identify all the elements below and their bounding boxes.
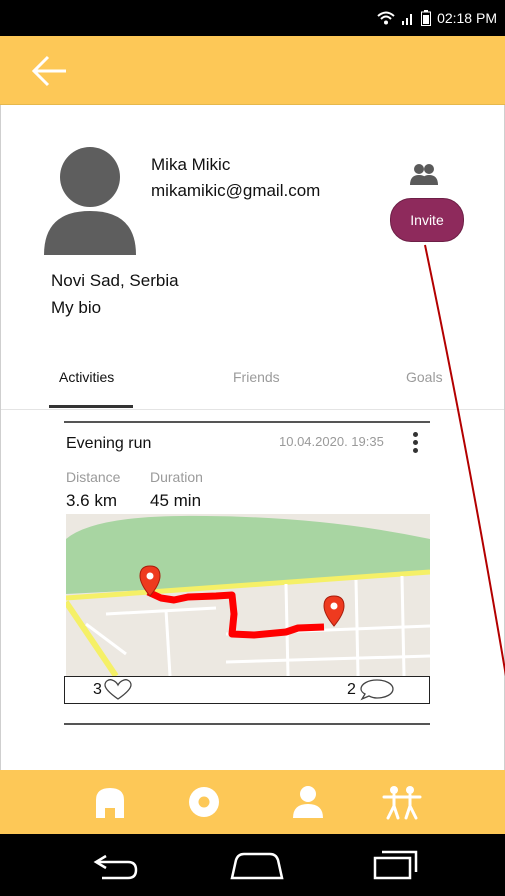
comment-button[interactable]: 2 (347, 679, 394, 701)
home-icon (96, 788, 124, 818)
route-map-image (66, 514, 430, 676)
profile-tabs: Activities Friends Goals (1, 353, 504, 410)
tab-friends[interactable]: Friends (233, 369, 280, 385)
route-map[interactable] (66, 514, 430, 676)
wifi-icon (377, 11, 395, 25)
profile-location: Novi Sad, Serbia (51, 271, 179, 290)
android-recents-button[interactable] (372, 850, 420, 885)
speech-bubble-icon (360, 679, 394, 701)
bottom-navigation (0, 770, 505, 834)
user-silhouette-icon (44, 147, 136, 255)
invite-button[interactable]: Invite (390, 198, 464, 242)
nav-profile[interactable] (288, 784, 328, 820)
more-options-icon[interactable] (410, 432, 420, 460)
nav-people[interactable] (382, 784, 422, 820)
record-icon (189, 787, 219, 817)
activity-title: Evening run (66, 435, 152, 452)
battery-icon (421, 10, 432, 26)
people-icon (382, 786, 422, 820)
distance-label: Distance (66, 469, 121, 485)
android-navigation-bar (0, 834, 505, 896)
duration-label: Duration (150, 469, 203, 485)
status-icons: 02:18 PM (377, 8, 497, 28)
like-count: 3 (93, 681, 102, 698)
distance-value: 3.6 km (66, 491, 118, 510)
top-app-bar (0, 36, 505, 105)
status-time: 02:18 PM (437, 10, 497, 26)
signal-icon (402, 14, 413, 25)
comment-count: 2 (347, 681, 356, 698)
profile-email: mikamikic@gmail.com (151, 181, 321, 200)
card-divider-bottom (64, 723, 430, 725)
profile-screen: Mika Mikic mikamikic@gmail.com Invite No… (0, 105, 505, 770)
nav-home[interactable] (90, 784, 130, 820)
activity-card[interactable]: Evening run 10.04.2020. 19:35 Distance D… (64, 421, 430, 725)
profile-bio: My bio (51, 298, 102, 317)
profile-name: Mika Mikic (151, 155, 231, 174)
activity-date: 10.04.2020. 19:35 (279, 434, 384, 449)
duration-value: 45 min (150, 491, 202, 510)
android-back-button[interactable] (92, 850, 140, 885)
arrow-left-icon (31, 55, 66, 87)
activity-stats-bar: 3 2 (64, 676, 430, 704)
heart-icon (104, 679, 132, 700)
nav-record[interactable] (184, 784, 224, 820)
like-button[interactable]: 3 (93, 679, 132, 701)
home-outline-icon (230, 852, 284, 880)
back-arrow-icon (93, 854, 138, 880)
friends-icon[interactable] (409, 163, 439, 185)
tab-goals[interactable]: Goals (406, 369, 443, 385)
profile-icon (293, 786, 323, 818)
android-home-button[interactable] (230, 850, 284, 885)
card-divider-top (64, 421, 430, 423)
back-button[interactable] (30, 54, 70, 88)
active-tab-indicator (49, 405, 133, 408)
avatar (44, 147, 136, 255)
tab-activities[interactable]: Activities (59, 369, 114, 385)
two-users-icon (410, 164, 438, 185)
recents-icon (373, 850, 418, 880)
status-bar: 02:18 PM (0, 0, 505, 36)
